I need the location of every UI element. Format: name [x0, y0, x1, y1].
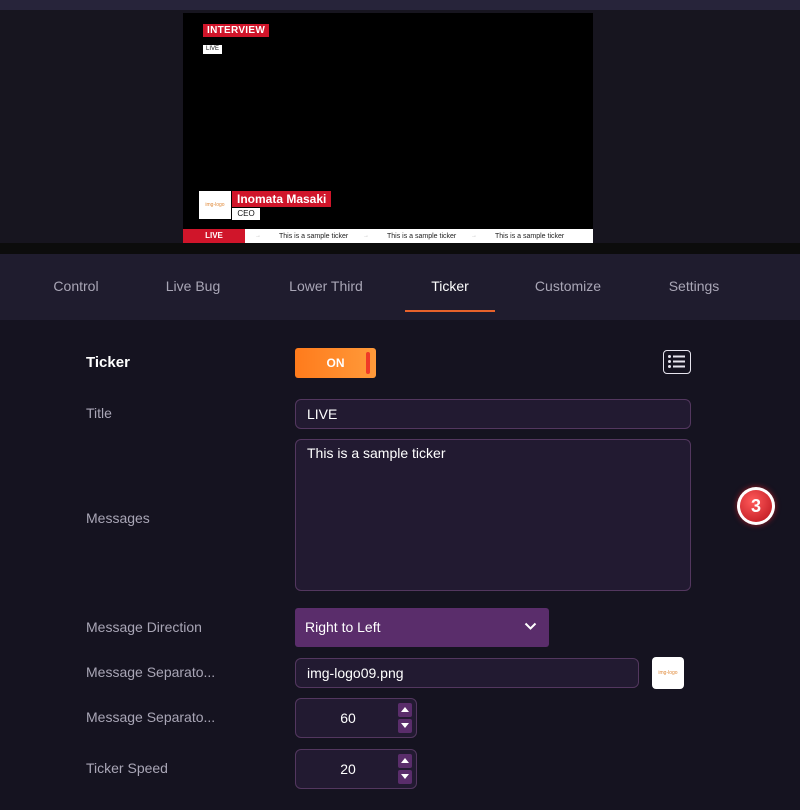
ticker-toggle[interactable]: ON [295, 348, 376, 378]
ticker-label: LIVE [183, 229, 245, 243]
separator-size-stepper[interactable]: 60 [295, 698, 417, 738]
tab-control[interactable]: Control [36, 254, 116, 320]
live-bug-title: INTERVIEW [203, 24, 270, 37]
separator-image-label: Message Separato... [86, 664, 216, 680]
top-band [0, 0, 800, 10]
ticker-separator: → [471, 233, 477, 239]
increment-button[interactable] [398, 754, 412, 768]
ticker-bar: LIVE → This is a sample ticker → This is… [183, 229, 593, 243]
tab-lower-third[interactable]: Lower Third [276, 254, 376, 320]
separator-image-input[interactable]: img-logo09.png [295, 658, 639, 688]
lower-third-logo: img-logo [199, 191, 231, 219]
increment-button[interactable] [398, 703, 412, 717]
graphics-preview: INTERVIEW LIVE img-logo Inomata Masaki C… [183, 13, 593, 243]
lower-third-name: Inomata Masaki [232, 191, 332, 207]
step-number: 3 [740, 490, 772, 522]
ticker-section-label: Ticker [86, 354, 130, 371]
lower-third-logo-text: img-logo [205, 202, 225, 208]
caret-down-icon [401, 774, 409, 779]
chevron-down-icon [524, 622, 537, 630]
caret-up-icon [401, 758, 409, 763]
tab-settings[interactable]: Settings [650, 254, 738, 320]
live-bug-subtitle: LIVE [203, 45, 223, 54]
direction-label: Message Direction [86, 619, 202, 635]
list-button[interactable] [663, 350, 691, 374]
tab-customize[interactable]: Customize [520, 254, 616, 320]
messages-textarea[interactable]: This is a sample ticker [295, 439, 691, 591]
ticker-separator: → [363, 233, 369, 239]
title-input[interactable]: LIVE [295, 399, 691, 429]
ticker-messages: → This is a sample ticker → This is a sa… [245, 229, 593, 243]
caret-down-icon [401, 723, 409, 728]
separator-image-logo: img-logo [658, 670, 678, 676]
step-number-badge: 3 [737, 487, 775, 525]
lower-third-title: CEO [232, 208, 260, 220]
separator-image-thumbnail[interactable]: img-logo [652, 657, 684, 689]
ticker-message: This is a sample ticker [495, 232, 565, 240]
ticker-message: This is a sample ticker [279, 232, 349, 240]
separator-size-value: 60 [340, 710, 356, 726]
ticker-toggle-label: ON [326, 356, 345, 370]
messages-label: Messages [86, 510, 150, 526]
decrement-button[interactable] [398, 770, 412, 784]
ticker-message: This is a sample ticker [387, 232, 457, 240]
live-bug: INTERVIEW LIVE [203, 24, 270, 55]
active-tab-indicator [405, 310, 495, 312]
title-label: Title [86, 405, 112, 421]
preview-base [0, 243, 800, 254]
separator-size-label: Message Separato... [86, 709, 216, 725]
speed-value: 20 [340, 761, 356, 777]
tab-bar: Control Live Bug Lower Third Ticker Cust… [0, 254, 800, 320]
list-icon [668, 355, 685, 368]
toggle-knob [366, 352, 370, 374]
caret-up-icon [401, 707, 409, 712]
tab-live-bug[interactable]: Live Bug [148, 254, 238, 320]
speed-label: Ticker Speed [86, 760, 168, 776]
decrement-button[interactable] [398, 719, 412, 733]
speed-stepper[interactable]: 20 [295, 749, 417, 789]
direction-select-value: Right to Left [305, 619, 381, 635]
direction-select[interactable]: Right to Left [295, 608, 549, 647]
ticker-separator: → [255, 233, 261, 239]
